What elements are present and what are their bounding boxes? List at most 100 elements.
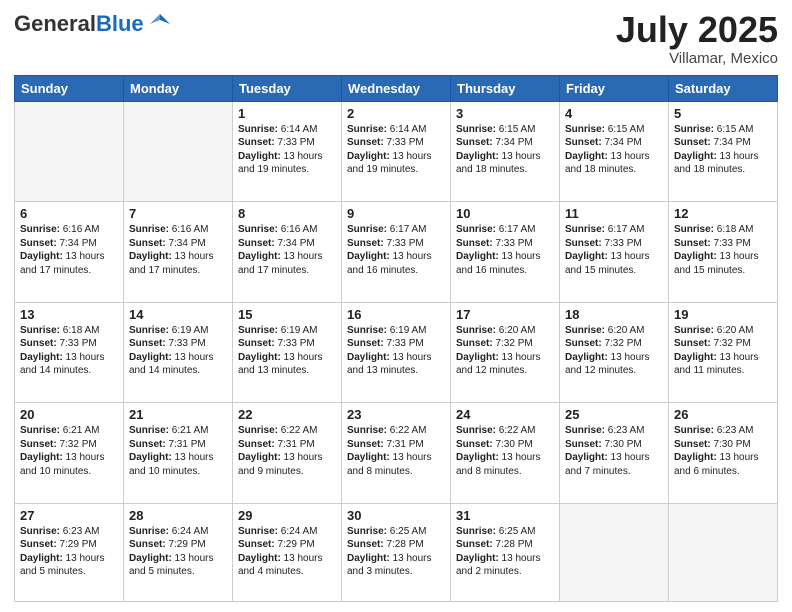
col-friday: Friday: [560, 75, 669, 101]
day-info: Sunrise: 6:23 AMSunset: 7:30 PMDaylight:…: [565, 424, 663, 478]
day-info: Sunrise: 6:21 AMSunset: 7:32 PMDaylight:…: [20, 424, 118, 478]
day-number: 11: [565, 206, 663, 221]
day-number: 2: [347, 106, 445, 121]
calendar-cell: 21 Sunrise: 6:21 AMSunset: 7:31 PMDayligh…: [124, 403, 233, 504]
day-number: 27: [20, 508, 118, 523]
calendar-cell: 18 Sunrise: 6:20 AMSunset: 7:32 PMDayligh…: [560, 302, 669, 403]
day-info: Sunrise: 6:25 AMSunset: 7:28 PMDaylight:…: [347, 525, 445, 579]
calendar-cell: 25 Sunrise: 6:23 AMSunset: 7:30 PMDayligh…: [560, 403, 669, 504]
day-info: Sunrise: 6:22 AMSunset: 7:31 PMDaylight:…: [238, 424, 336, 478]
day-info: Sunrise: 6:22 AMSunset: 7:30 PMDaylight:…: [456, 424, 554, 478]
page: GeneralBlue July 2025 Villamar, Mexico S…: [0, 0, 792, 612]
calendar-cell: 11 Sunrise: 6:17 AMSunset: 7:33 PMDayligh…: [560, 202, 669, 303]
day-info: Sunrise: 6:16 AMSunset: 7:34 PMDaylight:…: [238, 223, 336, 277]
day-info: Sunrise: 6:20 AMSunset: 7:32 PMDaylight:…: [565, 324, 663, 378]
day-number: 28: [129, 508, 227, 523]
day-info: Sunrise: 6:16 AMSunset: 7:34 PMDaylight:…: [129, 223, 227, 277]
calendar-cell: 8Sunrise: 6:16 AMSunset: 7:34 PMDaylight…: [233, 202, 342, 303]
day-info: Sunrise: 6:15 AMSunset: 7:34 PMDaylight:…: [456, 123, 554, 177]
calendar-cell: [124, 101, 233, 202]
day-info: Sunrise: 6:19 AMSunset: 7:33 PMDaylight:…: [129, 324, 227, 378]
week-row-4: 20 Sunrise: 6:21 AMSunset: 7:32 PMDayligh…: [15, 403, 778, 504]
calendar-cell: 15 Sunrise: 6:19 AMSunset: 7:33 PMDayligh…: [233, 302, 342, 403]
day-number: 19: [674, 307, 772, 322]
calendar-cell: 2 Sunrise: 6:14 AMSunset: 7:33 PMDaylight…: [342, 101, 451, 202]
day-number: 13: [20, 307, 118, 322]
day-info: Sunrise: 6:15 AMSunset: 7:34 PMDaylight:…: [565, 123, 663, 177]
col-tuesday: Tuesday: [233, 75, 342, 101]
col-sunday: Sunday: [15, 75, 124, 101]
calendar-cell: 16Sunrise: 6:19 AMSunset: 7:33 PMDayligh…: [342, 302, 451, 403]
day-number: 9: [347, 206, 445, 221]
calendar-cell: [15, 101, 124, 202]
day-info: Sunrise: 6:20 AMSunset: 7:32 PMDaylight:…: [456, 324, 554, 378]
day-info: Sunrise: 6:14 AMSunset: 7:33 PMDaylight:…: [347, 123, 445, 177]
calendar-cell: [560, 503, 669, 601]
calendar-cell: 5 Sunrise: 6:15 AMSunset: 7:34 PMDaylight…: [669, 101, 778, 202]
day-number: 21: [129, 407, 227, 422]
logo-general: GeneralBlue: [14, 13, 144, 35]
logo: GeneralBlue: [14, 10, 174, 38]
day-info: Sunrise: 6:22 AMSunset: 7:31 PMDaylight:…: [347, 424, 445, 478]
day-number: 12: [674, 206, 772, 221]
calendar-cell: 13Sunrise: 6:18 AMSunset: 7:33 PMDayligh…: [15, 302, 124, 403]
calendar-cell: 29Sunrise: 6:24 AMSunset: 7:29 PMDayligh…: [233, 503, 342, 601]
calendar-table: Sunday Monday Tuesday Wednesday Thursday…: [14, 75, 778, 602]
week-row-2: 6 Sunrise: 6:16 AMSunset: 7:34 PMDaylight…: [15, 202, 778, 303]
day-number: 31: [456, 508, 554, 523]
day-number: 23: [347, 407, 445, 422]
calendar-cell: 1Sunrise: 6:14 AMSunset: 7:33 PMDaylight…: [233, 101, 342, 202]
col-thursday: Thursday: [451, 75, 560, 101]
day-info: Sunrise: 6:23 AMSunset: 7:30 PMDaylight:…: [674, 424, 772, 478]
day-number: 3: [456, 106, 554, 121]
calendar-cell: 24Sunrise: 6:22 AMSunset: 7:30 PMDayligh…: [451, 403, 560, 504]
day-info: Sunrise: 6:20 AMSunset: 7:32 PMDaylight:…: [674, 324, 772, 378]
day-info: Sunrise: 6:17 AMSunset: 7:33 PMDaylight:…: [565, 223, 663, 277]
calendar-cell: 4 Sunrise: 6:15 AMSunset: 7:34 PMDaylight…: [560, 101, 669, 202]
col-saturday: Saturday: [669, 75, 778, 101]
day-number: 17: [456, 307, 554, 322]
col-monday: Monday: [124, 75, 233, 101]
calendar-cell: 26Sunrise: 6:23 AMSunset: 7:30 PMDayligh…: [669, 403, 778, 504]
calendar-cell: 6Sunrise: 6:16 AMSunset: 7:34 PMDaylight…: [15, 202, 124, 303]
calendar-header-row: Sunday Monday Tuesday Wednesday Thursday…: [15, 75, 778, 101]
day-number: 29: [238, 508, 336, 523]
calendar-cell: 22Sunrise: 6:22 AMSunset: 7:31 PMDayligh…: [233, 403, 342, 504]
day-number: 10: [456, 206, 554, 221]
day-info: Sunrise: 6:17 AMSunset: 7:33 PMDaylight:…: [347, 223, 445, 277]
day-number: 14: [129, 307, 227, 322]
day-number: 15: [238, 307, 336, 322]
day-number: 5: [674, 106, 772, 121]
day-info: Sunrise: 6:14 AMSunset: 7:33 PMDaylight:…: [238, 123, 336, 177]
day-number: 30: [347, 508, 445, 523]
calendar-cell: 7Sunrise: 6:16 AMSunset: 7:34 PMDaylight…: [124, 202, 233, 303]
day-number: 6: [20, 206, 118, 221]
day-number: 4: [565, 106, 663, 121]
location: Villamar, Mexico: [616, 50, 778, 67]
calendar-cell: 17 Sunrise: 6:20 AMSunset: 7:32 PMDayligh…: [451, 302, 560, 403]
day-number: 20: [20, 407, 118, 422]
day-number: 25: [565, 407, 663, 422]
day-info: Sunrise: 6:18 AMSunset: 7:33 PMDaylight:…: [674, 223, 772, 277]
day-info: Sunrise: 6:24 AMSunset: 7:29 PMDaylight:…: [129, 525, 227, 579]
week-row-3: 13Sunrise: 6:18 AMSunset: 7:33 PMDayligh…: [15, 302, 778, 403]
week-row-1: 1Sunrise: 6:14 AMSunset: 7:33 PMDaylight…: [15, 101, 778, 202]
calendar-cell: 31Sunrise: 6:25 AMSunset: 7:28 PMDayligh…: [451, 503, 560, 601]
day-number: 16: [347, 307, 445, 322]
calendar-cell: 28 Sunrise: 6:24 AMSunset: 7:29 PMDayligh…: [124, 503, 233, 601]
day-info: Sunrise: 6:19 AMSunset: 7:33 PMDaylight:…: [238, 324, 336, 378]
day-number: 18: [565, 307, 663, 322]
col-wednesday: Wednesday: [342, 75, 451, 101]
calendar-cell: 19 Sunrise: 6:20 AMSunset: 7:32 PMDayligh…: [669, 302, 778, 403]
calendar-cell: [669, 503, 778, 601]
month-year: July 2025: [616, 10, 778, 50]
day-info: Sunrise: 6:21 AMSunset: 7:31 PMDaylight:…: [129, 424, 227, 478]
day-info: Sunrise: 6:17 AMSunset: 7:33 PMDaylight:…: [456, 223, 554, 277]
day-info: Sunrise: 6:15 AMSunset: 7:34 PMDaylight:…: [674, 123, 772, 177]
calendar-cell: 30 Sunrise: 6:25 AMSunset: 7:28 PMDayligh…: [342, 503, 451, 601]
calendar-cell: 23 Sunrise: 6:22 AMSunset: 7:31 PMDayligh…: [342, 403, 451, 504]
calendar-cell: 27Sunrise: 6:23 AMSunset: 7:29 PMDayligh…: [15, 503, 124, 601]
title-block: July 2025 Villamar, Mexico: [616, 10, 778, 67]
calendar-cell: 12 Sunrise: 6:18 AMSunset: 7:33 PMDayligh…: [669, 202, 778, 303]
calendar-cell: 14 Sunrise: 6:19 AMSunset: 7:33 PMDayligh…: [124, 302, 233, 403]
